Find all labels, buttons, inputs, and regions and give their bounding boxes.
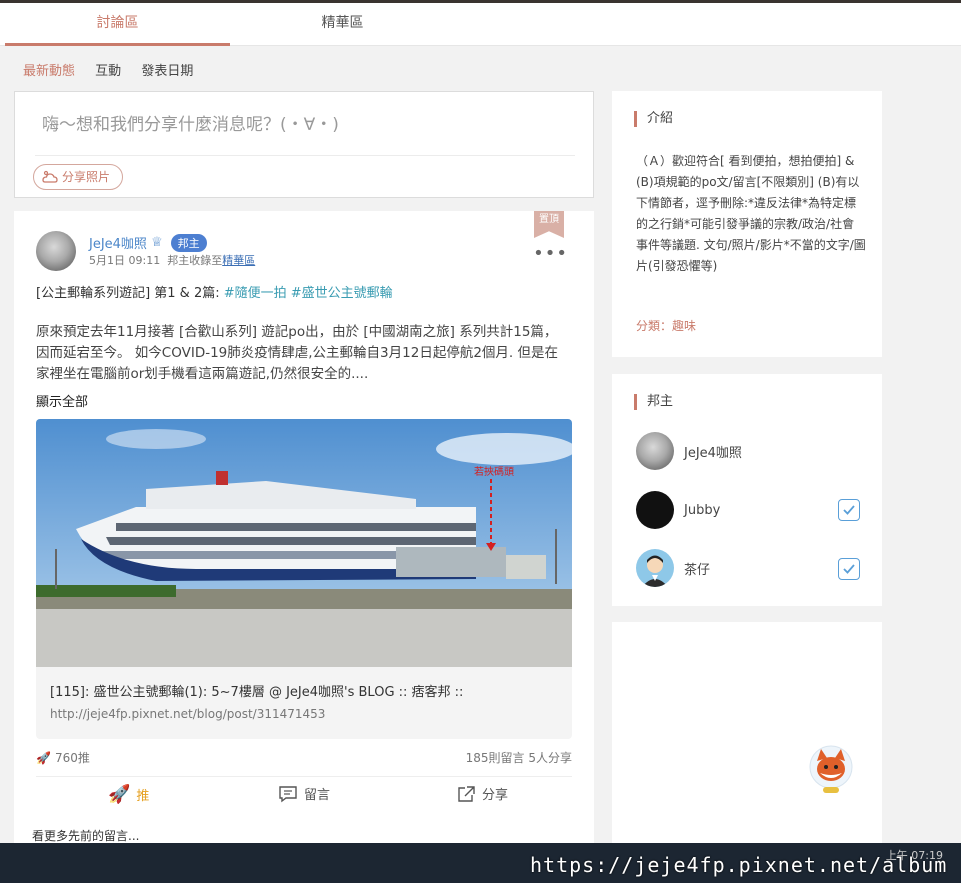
cruise-ship-image: 若挾碼頭 [36,419,572,667]
moderator-name: Jubby [684,502,721,518]
share-photo-label: 分享照片 [62,170,111,184]
moderator-name: 茶仔 [684,562,711,578]
share-photo-button[interactable]: 分享照片 [33,164,124,190]
collected-link[interactable]: 精華區 [222,254,255,267]
filter-latest[interactable]: 最新動態 [23,64,75,79]
filter-interaction[interactable]: 互動 [95,64,121,79]
sidebar-blank-panel [612,622,882,843]
composer-divider [35,155,575,156]
author-avatar[interactable] [36,231,76,271]
hashtag-2[interactable]: #盛世公主號郵輪 [291,286,393,301]
author-name[interactable]: JeJe4咖照 [89,233,147,252]
push-button[interactable]: 🚀 推 [108,784,149,805]
post-body: 原來預定去年11月接著 [合歡山系列] 遊記po出，由於 [中國湖南之旅] 系列… [36,324,558,382]
comment-button[interactable]: 留言 [278,784,330,803]
link-preview-url: http://jeje4fp.pixnet.net/blog/post/3114… [50,707,326,721]
rocket-icon: 🚀 [108,784,131,805]
post-author-row: JeJe4咖照 ♕ 邦主 [89,233,207,252]
url-watermark: https://jeje4fp.pixnet.net/album [530,853,948,877]
comment-label: 留言 [304,788,331,803]
moderator-avatar [636,491,674,529]
moderator-item[interactable]: JeJe4咖照 [636,432,742,470]
rocket-icon: 🚀 [36,750,51,765]
push-label: 推 [136,789,150,804]
post-photo[interactable]: 若挾碼頭 [36,419,572,667]
link-preview[interactable]: [115]: 盛世公主號郵輪(1): 5~7樓層 @ JeJe4咖照's BLO… [36,667,572,739]
moderator-avatar [636,432,674,470]
post-date: 5月1日 09:11 [89,254,161,267]
tab-discussion[interactable]: 討論區 [5,3,230,46]
comments-shares-count[interactable]: 185則留言 5人分享 [466,749,572,766]
pinned-ribbon: 置頂 [534,211,564,238]
tab-featured[interactable]: 精華區 [230,3,455,46]
intro-panel: 介紹 （Ａ）歡迎符合[ 看到便拍，想拍便拍] & (B)項規範的po文/留言[不… [612,91,882,357]
share-icon [458,785,475,802]
moderator-name: JeJe4咖照 [684,445,742,461]
moderators-title: 邦主 [634,394,673,410]
link-preview-title: [115]: 盛世公主號郵輪(1): 5~7樓層 @ JeJe4咖照's BLO… [50,685,464,700]
collected-prefix: 邦主收錄至 [167,254,223,267]
moderator-check-icon [838,499,860,521]
more-options-icon[interactable]: ••• [533,243,568,264]
share-label: 分享 [482,788,509,803]
post-title: [公主郵輪系列遊記] 第1 & 2篇: #隨便一拍 #盛世公主號郵輪 [36,282,393,301]
intro-title: 介紹 [634,111,673,127]
tab-bar: 討論區 精華區 [0,3,961,46]
category-label[interactable]: 分類：趣味 [636,317,696,334]
show-all-link[interactable]: 顯示全部 [36,391,88,410]
see-more-comments-link[interactable]: 看更多先前的留言... [32,827,139,844]
comment-icon [279,785,297,802]
moderator-avatar [636,549,674,587]
moderator-item[interactable]: 茶仔 [636,549,710,587]
photo-icon [42,170,58,183]
post-meta: 5月1日 09:11 邦主收錄至精華區 [89,252,255,268]
post-actions: 🚀 推 留言 分享 [36,784,572,814]
push-count-row: 🚀 760推 [36,749,90,766]
crown-icon: ♕ [150,235,163,250]
push-count: 760推 [54,751,90,765]
moderator-item[interactable]: Jubby [636,491,720,529]
moderator-check-icon [838,558,860,580]
fox-mascot-icon[interactable] [808,745,854,797]
photo-annotation: 若挾碼頭 [474,465,514,478]
role-badge: 邦主 [170,233,207,252]
intro-text: （Ａ）歡迎符合[ 看到便拍，想拍便拍] & (B)項規範的po文/留言[不限類別… [636,154,866,273]
hashtag-1[interactable]: #隨便一拍 [224,286,287,301]
post-title-text: [公主郵輪系列遊記] 第1 & 2篇: [36,286,224,301]
post-card: 置頂 JeJe4咖照 ♕ 邦主 5月1日 09:11 邦主收錄至精華區 ••• … [14,211,594,851]
share-button[interactable]: 分享 [456,784,508,803]
sort-filters: 最新動態 互動 發表日期 [23,60,209,79]
actions-divider [36,776,572,777]
moderators-panel: 邦主 JeJe4咖照 Jubby 茶仔 [612,374,882,606]
filter-post-date[interactable]: 發表日期 [141,64,193,79]
post-composer[interactable]: 嗨～想和我們分享什麼消息呢？(・∀・) 分享照片 [14,91,594,198]
composer-placeholder[interactable]: 嗨～想和我們分享什麼消息呢？(・∀・) [42,110,339,135]
